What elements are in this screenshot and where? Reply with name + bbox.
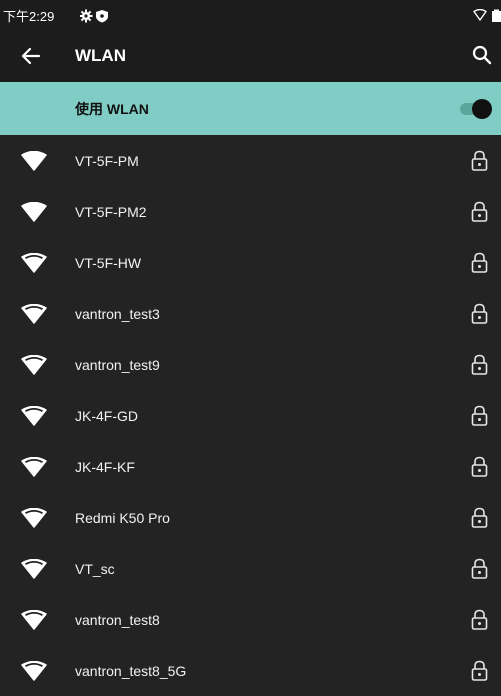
status-bar: 下午2:29 bbox=[0, 0, 501, 30]
network-ssid: VT-5F-PM bbox=[75, 153, 139, 169]
network-row[interactable]: JK-4F-KF bbox=[0, 441, 501, 492]
network-ssid: JK-4F-KF bbox=[75, 459, 135, 475]
network-ssid: Redmi K50 Pro bbox=[75, 510, 170, 526]
use-wlan-row[interactable]: 使用 WLAN bbox=[0, 82, 501, 135]
search-button[interactable] bbox=[471, 44, 493, 66]
network-ssid: vantron_test3 bbox=[75, 306, 160, 322]
arrow-left-icon bbox=[21, 47, 41, 65]
network-ssid: VT-5F-PM2 bbox=[75, 204, 147, 220]
status-right-icons bbox=[473, 8, 501, 23]
wifi-signal-icon bbox=[21, 252, 47, 273]
wifi-signal-icon bbox=[21, 405, 47, 426]
lock-icon bbox=[471, 456, 488, 477]
wlan-toggle[interactable] bbox=[460, 99, 492, 119]
network-row[interactable]: VT-5F-HW bbox=[0, 237, 501, 288]
page-title: WLAN bbox=[75, 46, 126, 65]
wifi-signal-icon bbox=[21, 609, 47, 630]
status-icons-svg bbox=[79, 9, 108, 23]
network-row[interactable]: VT-5F-PM bbox=[0, 135, 501, 186]
network-ssid: JK-4F-GD bbox=[75, 408, 138, 424]
status-right-svg bbox=[473, 8, 501, 22]
network-ssid: vantron_test9 bbox=[75, 357, 160, 373]
shield-icon bbox=[96, 10, 108, 23]
back-button[interactable] bbox=[18, 43, 44, 69]
lock-icon bbox=[471, 252, 488, 273]
network-row[interactable]: vantron_test8 bbox=[0, 594, 501, 645]
search-icon bbox=[472, 45, 492, 65]
battery-icon bbox=[492, 9, 501, 22]
wifi-signal-icon bbox=[21, 660, 47, 681]
network-row[interactable]: VT_sc bbox=[0, 543, 501, 594]
wifi-signal-icon bbox=[21, 558, 47, 579]
app-bar: WLAN bbox=[0, 30, 501, 82]
status-time: 下午2:29 bbox=[3, 9, 55, 24]
lock-icon bbox=[471, 609, 488, 630]
lock-icon bbox=[471, 354, 488, 375]
use-wlan-label: 使用 WLAN bbox=[75, 101, 149, 117]
settings-gear-icon bbox=[79, 9, 93, 23]
wifi-signal-icon bbox=[21, 507, 47, 528]
network-ssid: vantron_test8_5G bbox=[75, 663, 187, 679]
lock-icon bbox=[471, 150, 488, 171]
lock-icon bbox=[471, 558, 488, 579]
network-ssid: VT_sc bbox=[75, 561, 115, 577]
wifi-signal-icon bbox=[21, 201, 47, 222]
toggle-thumb bbox=[472, 99, 492, 119]
lock-icon bbox=[471, 201, 488, 222]
wifi-outline-icon bbox=[473, 8, 487, 21]
network-row[interactable]: Redmi K50 Pro bbox=[0, 492, 501, 543]
network-row[interactable]: JK-4F-GD bbox=[0, 390, 501, 441]
network-ssid: VT-5F-HW bbox=[75, 255, 142, 271]
network-row[interactable]: VT-5F-PM2 bbox=[0, 186, 501, 237]
lock-icon bbox=[471, 507, 488, 528]
lock-icon bbox=[471, 660, 488, 681]
lock-icon bbox=[471, 405, 488, 426]
lock-icon bbox=[471, 303, 488, 324]
network-row[interactable]: vantron_test3 bbox=[0, 288, 501, 339]
wifi-signal-icon bbox=[21, 354, 47, 375]
network-row[interactable]: vantron_test8_5G bbox=[0, 645, 501, 696]
network-list: VT-5F-PM VT-5F-PM2 VT-5F-HW vantron_test3va… bbox=[0, 135, 501, 696]
wifi-signal-icon bbox=[21, 150, 47, 171]
wifi-signal-icon bbox=[21, 456, 47, 477]
wifi-signal-icon bbox=[21, 303, 47, 324]
network-row[interactable]: vantron_test9 bbox=[0, 339, 501, 390]
network-ssid: vantron_test8 bbox=[75, 612, 160, 628]
status-icons bbox=[79, 9, 116, 23]
